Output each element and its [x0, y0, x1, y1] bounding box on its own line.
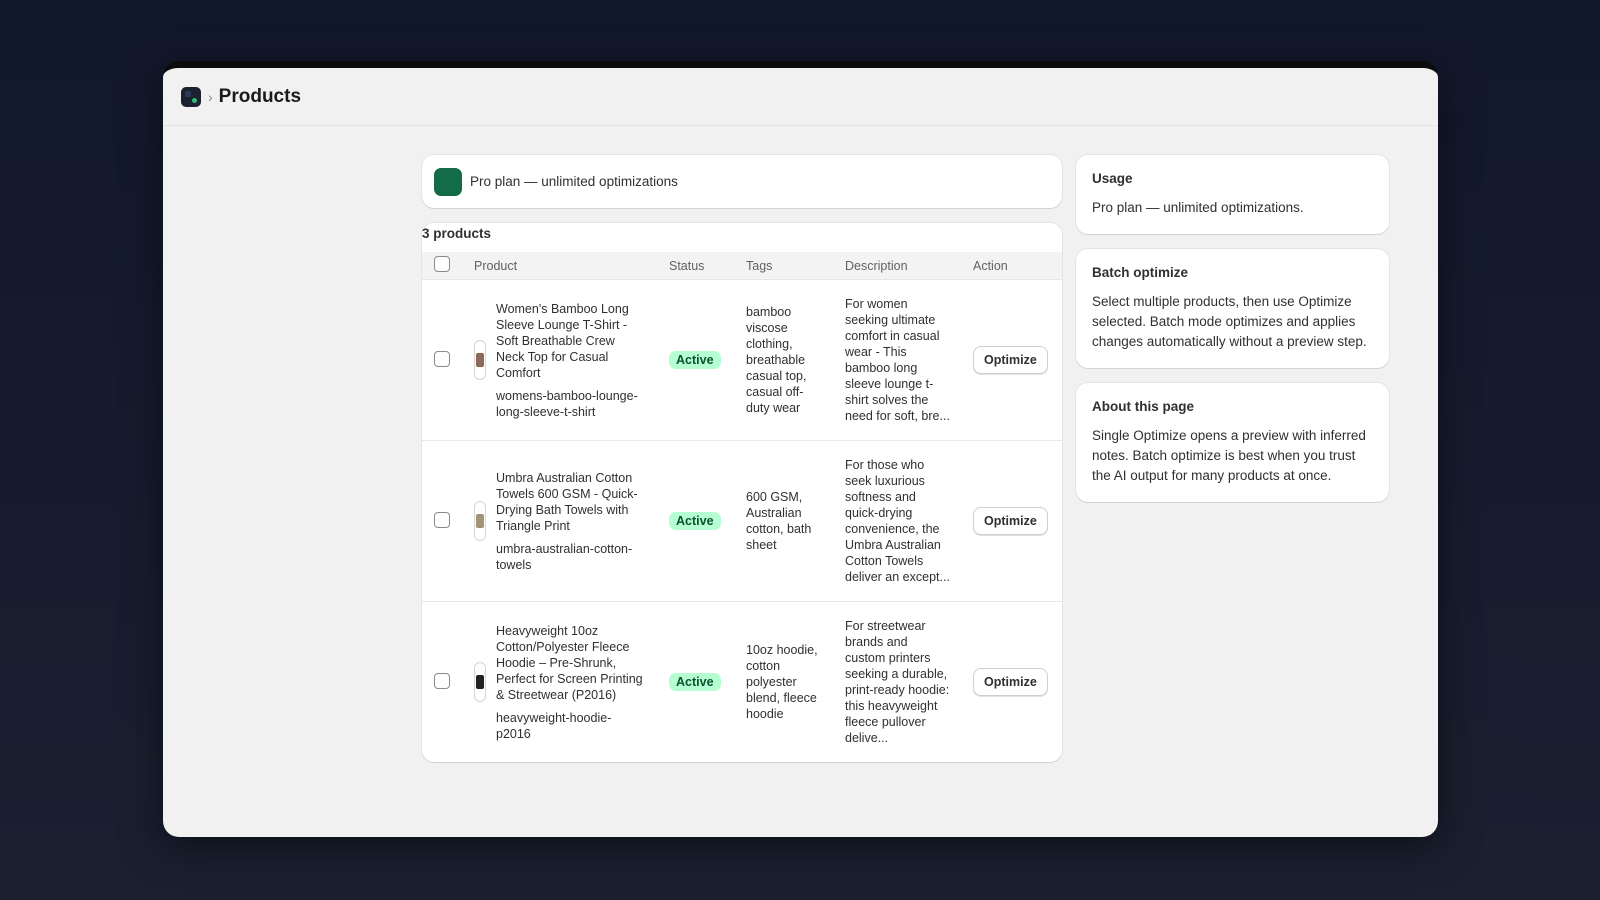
optimize-button[interactable]: Optimize [973, 668, 1048, 696]
about-page-card: About this page Single Optimize opens a … [1076, 383, 1389, 502]
product-thumbnail [474, 662, 486, 702]
product-tags: 10oz hoodie, cotton polyester blend, fle… [746, 643, 818, 721]
product-thumbnail [474, 340, 486, 380]
row-checkbox[interactable] [434, 672, 450, 689]
column-header-description: Description [845, 258, 908, 273]
column-header-tags: Tags [746, 258, 773, 273]
optimize-button[interactable]: Optimize [973, 507, 1048, 535]
product-description: For those who seek luxurious softness an… [845, 458, 950, 584]
products-table-card: 3 products Product Status Tags Descripti… [422, 223, 1062, 762]
product-title[interactable]: Heavyweight 10oz Cotton/Polyester Fleece… [496, 623, 646, 703]
table-row: Women's Bamboo Long Sleeve Lounge T-Shir… [422, 280, 1062, 441]
product-thumbnail [474, 501, 486, 541]
optimize-button[interactable]: Optimize [973, 346, 1048, 374]
batch-optimize-body: Select multiple products, then use Optim… [1092, 294, 1367, 349]
main-column: Pro plan — unlimited optimizations 3 pro… [422, 155, 1062, 762]
usage-title: Usage [1092, 171, 1133, 186]
product-handle: umbra-australian-cotton-towels [496, 541, 633, 572]
column-header-status: Status [669, 258, 705, 273]
usage-body: Pro plan — unlimited optimizations. [1092, 200, 1304, 215]
about-page-title: About this page [1092, 399, 1194, 414]
about-page-body: Single Optimize opens a preview with inf… [1092, 428, 1366, 483]
product-handle: womens-bamboo-lounge-long-sleeve-t-shirt [496, 388, 638, 419]
status-badge: Active [669, 351, 721, 369]
row-checkbox[interactable] [434, 511, 450, 528]
page-title: Products [218, 85, 302, 107]
product-description: For streetwear brands and custom printer… [845, 619, 950, 745]
top-bar: › Products [163, 68, 1438, 126]
product-count: 3 products [422, 226, 492, 241]
product-tags: 600 GSM, Australian cotton, bath sheet [746, 490, 812, 552]
product-title[interactable]: Umbra Australian Cotton Towels 600 GSM -… [496, 470, 646, 534]
app-window: › Products Pro plan — unlimited optimiza… [163, 61, 1438, 837]
app-logo-icon[interactable] [181, 86, 201, 107]
product-description: For women seeking ultimate comfort in ca… [845, 297, 950, 423]
usage-card: Usage Pro plan — unlimited optimizations… [1076, 155, 1389, 234]
table-header: Product Status Tags Description Action [422, 252, 1062, 280]
plan-badge-icon [434, 167, 462, 196]
select-all-checkbox[interactable] [434, 256, 450, 272]
batch-optimize-title: Batch optimize [1092, 265, 1189, 280]
column-header-action: Action [973, 258, 1008, 273]
sidebar: Usage Pro plan — unlimited optimizations… [1076, 155, 1389, 517]
plan-banner-text: Pro plan — unlimited optimizations [470, 174, 678, 189]
status-badge: Active [669, 512, 721, 530]
table-row: Umbra Australian Cotton Towels 600 GSM -… [422, 441, 1062, 602]
product-title[interactable]: Women's Bamboo Long Sleeve Lounge T-Shir… [496, 301, 646, 381]
product-handle: heavyweight-hoodie-p2016 [496, 710, 612, 741]
breadcrumb-chevron-icon: › [208, 88, 213, 105]
batch-optimize-card: Batch optimize Select multiple products,… [1076, 249, 1389, 368]
status-badge: Active [669, 673, 721, 691]
table-row: Heavyweight 10oz Cotton/Polyester Fleece… [422, 602, 1062, 762]
plan-banner: Pro plan — unlimited optimizations [422, 155, 1062, 208]
product-tags: bamboo viscose clothing, breathable casu… [746, 305, 807, 415]
column-header-product: Product [474, 258, 518, 273]
row-checkbox[interactable] [434, 350, 450, 367]
